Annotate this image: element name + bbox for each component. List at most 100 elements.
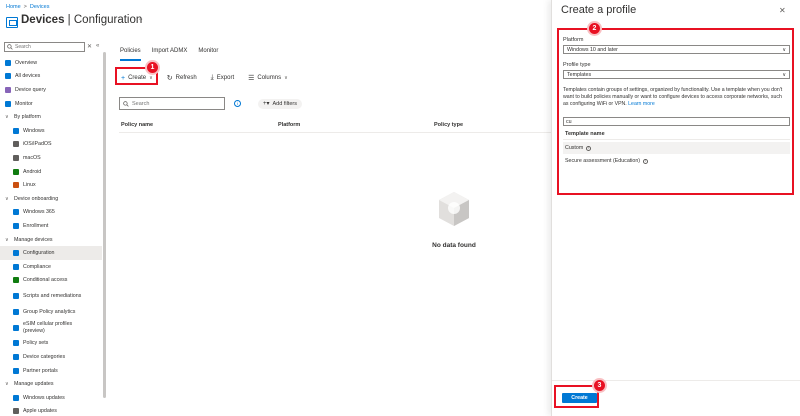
sidebar-item-policy-sets[interactable]: Policy sets xyxy=(0,337,102,351)
group-policy-analytics-icon xyxy=(13,308,19,315)
sidebar-scrollbar[interactable] xyxy=(103,52,106,398)
sidebar-item-group-policy-analytics[interactable]: Group Policy analytics xyxy=(0,305,102,319)
sidebar-item-label: Manage updates xyxy=(14,381,54,388)
search-icon xyxy=(123,100,129,107)
sidebar-item-windows-365[interactable]: Windows 365 xyxy=(0,206,102,220)
columns-button[interactable]: ☰ Columns ∨ xyxy=(245,72,291,84)
sidebar-item-label: Android xyxy=(23,168,42,175)
sidebar-item-label: Conditional access xyxy=(23,277,68,284)
windows-updates-icon xyxy=(13,394,19,401)
device-categories-icon xyxy=(13,354,19,361)
sidebar-group-manage-devices[interactable]: ∨ Manage devices xyxy=(0,233,102,247)
columns-icon: ☰ xyxy=(248,75,255,82)
export-label: Export xyxy=(216,75,235,81)
tab-policies[interactable]: Policies xyxy=(120,48,141,61)
info-icon[interactable]: i xyxy=(234,100,241,107)
column-platform[interactable]: Platform xyxy=(278,122,300,128)
sidebar-group-manage-updates[interactable]: ∨ Manage updates xyxy=(0,377,102,391)
more-options-button[interactable]: ··· xyxy=(136,16,143,23)
apple-updates-icon xyxy=(13,408,19,415)
table-header: Policy name Platform Policy type xyxy=(119,119,551,133)
search-icon xyxy=(7,44,13,50)
chevron-down-icon: ∨ xyxy=(5,114,9,121)
sidebar: ✕ « Overview All devices Device query Monit… xyxy=(0,40,104,416)
android-icon xyxy=(13,168,19,175)
sidebar-item-enrollment[interactable]: Enrollment xyxy=(0,219,102,233)
sidebar-item-label: Windows xyxy=(23,127,45,134)
sidebar-item-partner-portals[interactable]: Partner portals xyxy=(0,364,102,378)
sidebar-item-ios-ipados[interactable]: iOS/iPadOS xyxy=(0,138,102,152)
tab-bar: Policies Import ADMX Monitor xyxy=(120,48,218,61)
annotation-badge-1: 1 xyxy=(145,60,160,75)
sidebar-item-label: All devices xyxy=(15,73,41,80)
policy-search-input[interactable] xyxy=(132,100,222,107)
collapse-sidebar-icon[interactable]: « xyxy=(96,43,99,49)
sidebar-item-label: Group Policy analytics xyxy=(23,308,76,315)
sidebar-item-label: Windows 365 xyxy=(23,209,55,216)
sidebar-item-label: Apple updates xyxy=(23,408,57,415)
compliance-icon xyxy=(13,263,19,270)
sidebar-item-monitor[interactable]: Monitor xyxy=(0,97,102,111)
refresh-button[interactable]: ↻ Refresh xyxy=(164,72,200,84)
sidebar-item-overview[interactable]: Overview xyxy=(0,56,102,70)
add-filters-button[interactable]: +▾ Add filters xyxy=(258,98,302,109)
breadcrumb-devices[interactable]: Devices xyxy=(30,4,50,10)
chevron-down-icon: ∨ xyxy=(5,381,9,388)
sidebar-item-android[interactable]: Android xyxy=(0,165,102,179)
chevron-down-icon: ∨ xyxy=(284,75,288,81)
sidebar-item-all-devices[interactable]: All devices xyxy=(0,70,102,84)
clear-search-icon[interactable]: ✕ xyxy=(87,43,92,50)
sidebar-item-label: Enrollment xyxy=(23,222,49,229)
sidebar-search-input[interactable] xyxy=(15,44,75,50)
empty-state: No data found xyxy=(418,190,490,249)
sidebar-item-windows[interactable]: Windows xyxy=(0,124,102,138)
tab-import-admx[interactable]: Import ADMX xyxy=(152,48,188,61)
sidebar-item-conditional-access[interactable]: Conditional access xyxy=(0,274,102,288)
sidebar-item-device-categories[interactable]: Device categories xyxy=(0,350,102,364)
policy-search[interactable] xyxy=(119,97,225,110)
columns-label: Columns xyxy=(257,75,282,81)
sidebar-item-configuration[interactable]: Configuration xyxy=(0,246,102,260)
tab-monitor[interactable]: Monitor xyxy=(198,48,218,61)
windows-365-icon xyxy=(13,209,19,216)
sidebar-item-label: Scripts and remediations xyxy=(23,292,82,299)
sidebar-search[interactable] xyxy=(4,42,85,52)
panel-footer-divider xyxy=(552,380,800,381)
partner-portals-icon xyxy=(13,367,19,374)
page-title-rest: | Configuration xyxy=(64,14,143,26)
linux-icon xyxy=(13,182,19,189)
sidebar-item-linux[interactable]: Linux xyxy=(0,178,102,192)
esim-cellular-profiles-preview-icon xyxy=(13,324,19,331)
sidebar-nav: Overview All devices Device query Monitor ∨ B… xyxy=(0,56,102,416)
column-policy-name[interactable]: Policy name xyxy=(121,122,153,128)
sidebar-item-device-query[interactable]: Device query xyxy=(0,83,102,97)
chevron-down-icon: ∨ xyxy=(5,195,9,202)
enrollment-icon xyxy=(13,222,19,229)
column-policy-type[interactable]: Policy type xyxy=(434,122,463,128)
sidebar-group-device-onboarding[interactable]: ∨ Device onboarding xyxy=(0,192,102,206)
sidebar-group-by-platform[interactable]: ∨ By platform xyxy=(0,110,102,124)
page-title: Devices | Configuration xyxy=(21,14,142,26)
sidebar-item-apple-updates[interactable]: Apple updates xyxy=(0,405,102,416)
refresh-icon: ↻ xyxy=(166,75,173,82)
export-button[interactable]: ⤓ Export xyxy=(208,72,237,84)
add-filters-label: Add filters xyxy=(272,100,297,107)
sidebar-item-windows-updates[interactable]: Windows updates xyxy=(0,391,102,405)
sidebar-item-macos[interactable]: macOS xyxy=(0,151,102,165)
sidebar-item-label: Device query xyxy=(15,86,46,93)
panel-title: Create a profile xyxy=(561,4,637,16)
sidebar-item-label: Linux xyxy=(23,182,36,189)
scripts-and-remediations-icon xyxy=(13,293,19,300)
sidebar-item-scripts-and-remediations[interactable]: Scripts and remediations xyxy=(0,287,102,305)
configuration-icon xyxy=(6,17,18,28)
sidebar-item-label: iOS/iPadOS xyxy=(23,141,52,148)
close-icon[interactable]: ✕ xyxy=(779,6,786,15)
add-filter-icon: +▾ xyxy=(263,101,270,107)
annotation-badge-2: 2 xyxy=(587,21,602,36)
sidebar-item-compliance[interactable]: Compliance xyxy=(0,260,102,274)
annotation-badge-3: 3 xyxy=(592,378,607,393)
sidebar-item-esim-cellular-profiles-preview[interactable]: eSIM cellular profiles (preview) xyxy=(0,319,102,337)
sidebar-item-label: Monitor xyxy=(15,100,33,107)
filter-row: i +▾ Add filters xyxy=(119,97,302,110)
breadcrumb-home[interactable]: Home xyxy=(6,4,21,10)
